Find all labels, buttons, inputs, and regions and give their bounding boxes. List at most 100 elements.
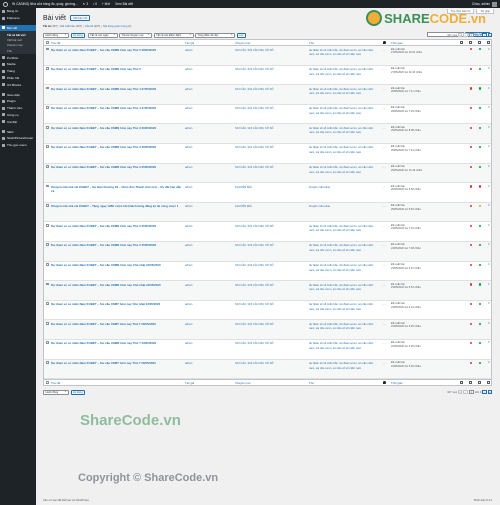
author-link[interactable]: admin	[185, 186, 192, 189]
post-title-link[interactable]: Dự đoán số số miền Nam KUBET – Soi cầu X…	[51, 224, 182, 228]
sidebar-item[interactable]: Bài viết	[0, 24, 36, 32]
post-title-link[interactable]: Dự đoán số số miền Nam KUBET – Soi cầu X…	[51, 322, 182, 326]
readability-filter-select[interactable]: Tổng điểm dễ đọc ▼	[195, 32, 236, 38]
sidebar-item[interactable]: Trang	[0, 68, 36, 75]
author-link[interactable]: admin	[185, 284, 192, 287]
author-link[interactable]: admin	[185, 166, 192, 169]
tag-links[interactable]: dự đoán số số miền bắc, dự đoán somn, so…	[309, 342, 373, 350]
category-links[interactable]: SOI CẦU, SOI CẦU MN, XỔ SỐ	[235, 225, 274, 228]
sidebar-item[interactable]: SEO	[0, 128, 36, 135]
author-link[interactable]: admin	[185, 264, 192, 267]
sidebar-item[interactable]: Portfolio	[0, 54, 36, 61]
sidebar-item[interactable]: Plugin	[0, 98, 36, 105]
author-link[interactable]: admin	[185, 146, 192, 149]
tag-links[interactable]: dự đoán số số miền bắc, dự đoán somn, so…	[309, 166, 373, 174]
tag-links[interactable]: dự đoán số số miền bắc, dự đoán somn, so…	[309, 244, 373, 252]
tag-links[interactable]: dự đoán số số miền bắc, dự đoán somn, so…	[309, 88, 373, 96]
category-links[interactable]: SOI CẦU, SOI CẦU MN, XỔ SỐ	[235, 107, 274, 110]
row-checkbox[interactable]	[46, 282, 49, 286]
category-links[interactable]: SOI CẦU, SOI CẦU MN, XỔ SỐ	[235, 342, 274, 345]
readability-icon[interactable]	[478, 381, 481, 385]
column-comments[interactable]	[377, 381, 391, 385]
category-links[interactable]: SOI CẦU, SOI CẦU MN, XỔ SỐ	[235, 264, 274, 267]
category-links[interactable]: KHUYẾN MÃI	[235, 205, 252, 208]
next-page-button[interactable]: ›	[482, 389, 487, 395]
post-title-link[interactable]: Dự đoán số số miền Nam KUBET – Soi cầu X…	[51, 263, 182, 267]
screen-options-button[interactable]: Tùy chọn hiển thị	[446, 9, 475, 14]
category-links[interactable]: SOI CẦU, SOI CẦU MN, XỔ SỐ	[235, 244, 274, 247]
author-link[interactable]: admin	[185, 323, 192, 326]
sidebar-item[interactable]: Shell/PicturePoster	[0, 135, 36, 142]
author-link[interactable]: admin	[185, 303, 192, 306]
sidebar-item[interactable]: Cài đặt	[0, 118, 36, 125]
trash-icon[interactable]	[460, 41, 463, 44]
column-title[interactable]: Tiêu đề	[51, 381, 185, 385]
tag-links[interactable]: dự đoán số số miền bắc, dự đoán somn, so…	[309, 225, 373, 233]
category-links[interactable]: SOI CẦU, SOI CẦU MN, XỔ SỐ	[235, 362, 274, 365]
post-title-link[interactable]: Khuyến mãi nhà cái KUBET – Tặng ngay 128…	[51, 204, 182, 208]
tag-links[interactable]: dự đoán số số miền bắc, dự đoán somn, so…	[309, 127, 373, 135]
category-links[interactable]: SOI CẦU, SOI CẦU MN, XỔ SỐ	[235, 68, 274, 71]
category-filter-select[interactable]: Tất cả chuyên mục ▼	[119, 32, 153, 38]
site-name-link[interactable]: IN CASING| Nhà cửa hàng đồ, quầy, giường…	[12, 2, 78, 6]
sidebar-item[interactable]: Media	[0, 61, 36, 68]
author-link[interactable]: admin	[185, 127, 192, 130]
row-checkbox[interactable]	[46, 243, 49, 247]
author-link[interactable]: admin	[185, 88, 192, 91]
wordpress-logo-icon[interactable]	[3, 1, 8, 7]
sidebar-item[interactable]: Flatsome	[0, 15, 36, 22]
apply-button[interactable]: Áp dụng	[70, 389, 86, 395]
category-links[interactable]: SOI CẦU, SOI CẦU MN, XỔ SỐ	[235, 88, 274, 91]
post-title-link[interactable]: Dự đoán số số miền Nam KUBET – Soi cầu X…	[51, 145, 182, 149]
tag-links[interactable]: dự đoán số số miền bắc, dự đoán somn, so…	[309, 49, 373, 57]
tag-links[interactable]: dự đoán số số miền bắc, dự đoán somn, so…	[309, 284, 373, 292]
comments-link[interactable]: ▪ 0	[93, 2, 97, 6]
post-title-link[interactable]: Dự đoán số số miền Nam KUBET – Soi cầu X…	[51, 48, 182, 52]
tag-links[interactable]: dự đoán số số miền bắc, dự đoán somn, so…	[309, 146, 373, 154]
post-title-link[interactable]: Dự đoán số số miền Nam KUBET – Soi cầu X…	[51, 106, 182, 110]
filter-button[interactable]: Lọc	[236, 32, 246, 38]
post-title-link[interactable]: Dự đoán số số miền Nam KUBET – Soi cầu X…	[51, 243, 182, 247]
tag-links[interactable]: dự đoán số số miền bắc, dự đoán somn, so…	[309, 323, 373, 331]
sidebar-item[interactable]: Thu gọn menu	[0, 142, 36, 149]
row-checkbox[interactable]	[46, 47, 49, 51]
row-checkbox[interactable]	[46, 223, 49, 227]
post-title-link[interactable]: Dự đoán số số miền Nam KUBET – Soi cầu X…	[51, 165, 182, 169]
row-checkbox[interactable]	[46, 302, 49, 306]
author-link[interactable]: admin	[185, 225, 192, 228]
last-page-button[interactable]: »	[487, 32, 492, 38]
select-all-checkbox[interactable]	[46, 381, 49, 384]
current-page-input[interactable]: 1	[468, 389, 474, 395]
post-title-link[interactable]: Dự đoán số số miền Nam KUBET – Soi cầu X…	[51, 283, 182, 287]
category-links[interactable]: KHUYẾN MÃI	[235, 186, 252, 189]
post-title-link[interactable]: Dự đoán số số miền Nam KUBET – Soi cầu X…	[51, 87, 182, 91]
help-button[interactable]: Trợ giúp	[476, 9, 494, 14]
seo-filter-select[interactable]: Tất cả các Điểm SEO ▼	[153, 32, 194, 38]
row-checkbox[interactable]	[46, 67, 49, 70]
row-checkbox[interactable]	[46, 145, 49, 149]
next-page-button[interactable]: ›	[482, 32, 487, 38]
bulk-action-select[interactable]: Hành động ▼	[43, 389, 69, 395]
post-title-link[interactable]: Dự đoán số số miền Nam KUBET – Soi cầu X…	[51, 302, 182, 306]
view-posts-link[interactable]: Xem Bài viết	[115, 2, 133, 6]
category-links[interactable]: SOI CẦU, SOI CẦU MN, XỔ SỐ	[235, 49, 274, 52]
author-link[interactable]: admin	[185, 49, 192, 52]
date-filter-select[interactable]: Tất cả các ngày ▼	[87, 32, 118, 38]
tag-links[interactable]: khuyến mãi kubet	[309, 186, 330, 189]
category-links[interactable]: SOI CẦU, SOI CẦU MN, XỔ SỐ	[235, 146, 274, 149]
tag-links[interactable]: dự đoán số số miền bắc, dự đoán somn, so…	[309, 68, 373, 76]
row-checkbox[interactable]	[46, 263, 49, 266]
tag-links[interactable]: dự đoán số số miền bắc, dự đoán somn, so…	[309, 303, 373, 311]
row-checkbox[interactable]	[46, 204, 49, 208]
row-checkbox[interactable]	[46, 125, 49, 129]
sidebar-item[interactable]: Công cụ	[0, 112, 36, 119]
current-page-input[interactable]: 1	[468, 32, 474, 38]
row-checkbox[interactable]	[46, 106, 49, 110]
bulk-action-select[interactable]: Hành động ▼	[43, 32, 69, 38]
sidebar-item[interactable]: Bảng tin	[0, 8, 36, 15]
author-link[interactable]: admin	[185, 342, 192, 345]
post-title-link[interactable]: Dự đoán số số miền Nam KUBET – Soi cầu X…	[51, 341, 182, 345]
tag-links[interactable]: khuyến mãi kubet	[309, 205, 330, 208]
seo-score-icon[interactable]	[469, 381, 472, 385]
category-links[interactable]: SOI CẦU, SOI CẦU MN, XỔ SỐ	[235, 127, 274, 130]
